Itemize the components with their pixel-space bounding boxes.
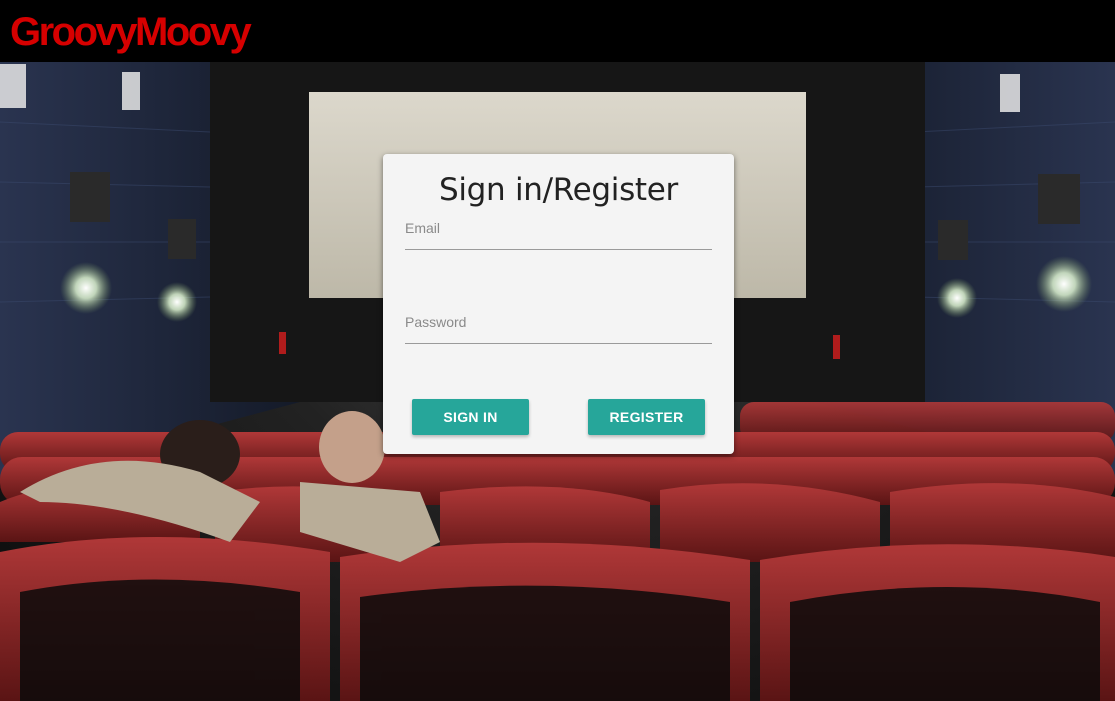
top-bar: GroovyMoovy	[0, 0, 1115, 62]
sign-in-button[interactable]: SIGN IN	[412, 399, 529, 435]
email-field-wrapper	[405, 218, 712, 250]
signin-card: Sign in/Register SIGN IN REGISTER	[383, 154, 734, 454]
brand-logo[interactable]: GroovyMoovy	[10, 8, 252, 56]
card-title: Sign in/Register	[438, 172, 678, 208]
password-input[interactable]	[405, 312, 712, 343]
password-field-wrapper	[405, 312, 712, 344]
email-input[interactable]	[405, 218, 712, 249]
register-button[interactable]: REGISTER	[588, 399, 705, 435]
